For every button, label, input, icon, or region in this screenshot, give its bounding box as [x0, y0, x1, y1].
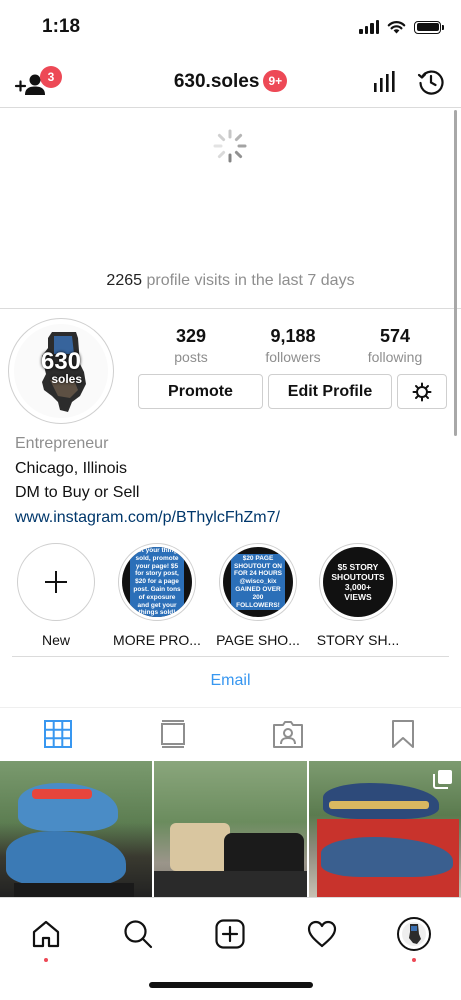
profile-bio: Entrepreneur Chicago, Illinois DM to Buy… — [15, 432, 280, 530]
post-image-shape — [32, 789, 92, 799]
post-grid — [0, 761, 461, 897]
bio-text: DM to Buy or Sell — [15, 484, 140, 501]
post-image-shape — [14, 883, 134, 897]
divider — [12, 656, 449, 657]
followers-count[interactable]: 9,188 followers — [242, 326, 344, 365]
posts-count[interactable]: 329 posts — [140, 326, 242, 365]
post-image-shape — [328, 801, 429, 809]
nav-new-post[interactable] — [210, 914, 250, 954]
activity-dot — [44, 958, 48, 962]
profile-avatar-icon — [397, 917, 431, 951]
nav-activity[interactable] — [302, 914, 342, 954]
highlight-new[interactable]: New — [11, 543, 101, 648]
tagged-icon — [273, 720, 304, 748]
status-icons — [359, 20, 444, 34]
followers-label: followers — [265, 349, 321, 365]
wifi-icon — [387, 21, 406, 34]
highlight-cover: $20 PAGE SHOUTOUT ON FOR 24 HOURS @wisco… — [223, 547, 293, 617]
activity-dot — [412, 958, 416, 962]
highlight-page-shoutout[interactable]: $20 PAGE SHOUTOUT ON FOR 24 HOURS @wisco… — [213, 543, 303, 648]
post-thumbnail[interactable] — [0, 761, 153, 897]
visits-count: 2265 — [106, 272, 143, 289]
status-bar: 1:18 — [0, 0, 461, 56]
profile-stats: 329 posts 9,188 followers 574 following — [140, 326, 446, 365]
grid-icon — [43, 719, 72, 748]
loading-spinner-icon — [213, 129, 247, 163]
status-time: 1:18 — [42, 16, 81, 37]
highlight-cover: $5 STORY SHOUTOUTS 3,000+ VIEWS — [323, 547, 393, 617]
cellular-signal-icon — [359, 20, 379, 34]
visits-label: profile visits in the last 7 days — [146, 272, 355, 289]
plus-icon — [45, 571, 67, 593]
followers-value: 9,188 — [270, 326, 316, 346]
post-image-shape — [6, 831, 126, 886]
post-thumbnail[interactable] — [154, 761, 307, 897]
carousel-icon — [432, 770, 452, 789]
insights-icon[interactable] — [373, 71, 395, 93]
highlight-label: New — [41, 632, 70, 648]
search-icon — [124, 920, 153, 949]
promote-button[interactable]: Promote — [138, 374, 263, 409]
username: 630.soles — [173, 71, 260, 92]
scroll-indicator[interactable] — [454, 110, 457, 436]
options-button[interactable] — [397, 374, 447, 409]
profile-avatar[interactable]: 630 soles — [8, 318, 114, 424]
posts-value: 329 — [175, 326, 207, 346]
profile-visits-text[interactable]: 2265 profile visits in the last 7 days — [0, 272, 461, 290]
account-badge: 9+ — [263, 70, 288, 92]
battery-icon — [414, 20, 444, 34]
tab-feed[interactable] — [115, 708, 230, 759]
highlight-cover: Get your things sold, promote your page!… — [122, 547, 192, 617]
new-post-icon — [215, 919, 245, 949]
saved-icon — [392, 719, 415, 748]
nav-search[interactable] — [118, 914, 158, 954]
nav-profile[interactable] — [394, 914, 434, 962]
post-thumbnail[interactable] — [308, 761, 461, 897]
nav-home[interactable] — [26, 914, 66, 962]
archive-history-icon[interactable] — [417, 68, 445, 96]
tab-saved[interactable] — [346, 708, 461, 759]
feed-icon — [160, 719, 185, 748]
post-image-shape — [154, 871, 307, 897]
bio-website-link[interactable]: www.instagram.com/p/BThylcFhZm7/ — [15, 506, 280, 531]
highlight-story-shoutout[interactable]: $5 STORY SHOUTOUTS 3,000+ VIEWS STORY SH… — [313, 543, 403, 648]
tab-tagged[interactable] — [231, 708, 346, 759]
highlight-label: STORY SH... — [316, 632, 400, 648]
following-count[interactable]: 574 following — [344, 326, 446, 365]
highlight-more-promo[interactable]: Get your things sold, promote your page!… — [112, 543, 202, 648]
following-label: following — [367, 349, 423, 365]
tab-grid[interactable] — [0, 708, 115, 759]
profile-header: 3 630.soles 9+ — [0, 56, 461, 108]
edit-profile-button[interactable]: Edit Profile — [268, 374, 392, 409]
activity-icon — [307, 920, 337, 948]
post-image-shape — [170, 823, 231, 871]
profile-tabs — [0, 707, 461, 759]
highlight-label: PAGE SHO... — [216, 632, 300, 648]
bio-category: Entrepreneur — [15, 435, 109, 452]
highlight-label: MORE PRO... — [113, 632, 201, 648]
bio-location: Chicago, Illinois — [15, 459, 128, 477]
gear-icon — [412, 382, 432, 401]
story-highlights: New Get your things sold, promote your p… — [0, 543, 461, 655]
home-indicator[interactable] — [149, 982, 313, 988]
profile-visits-panel: 2265 profile visits in the last 7 days — [0, 108, 461, 309]
email-button[interactable]: Email — [0, 672, 461, 690]
home-icon — [32, 920, 60, 948]
following-value: 574 — [379, 326, 411, 346]
avatar-logo-text: 630 soles — [40, 348, 82, 386]
posts-label: posts — [174, 349, 208, 365]
